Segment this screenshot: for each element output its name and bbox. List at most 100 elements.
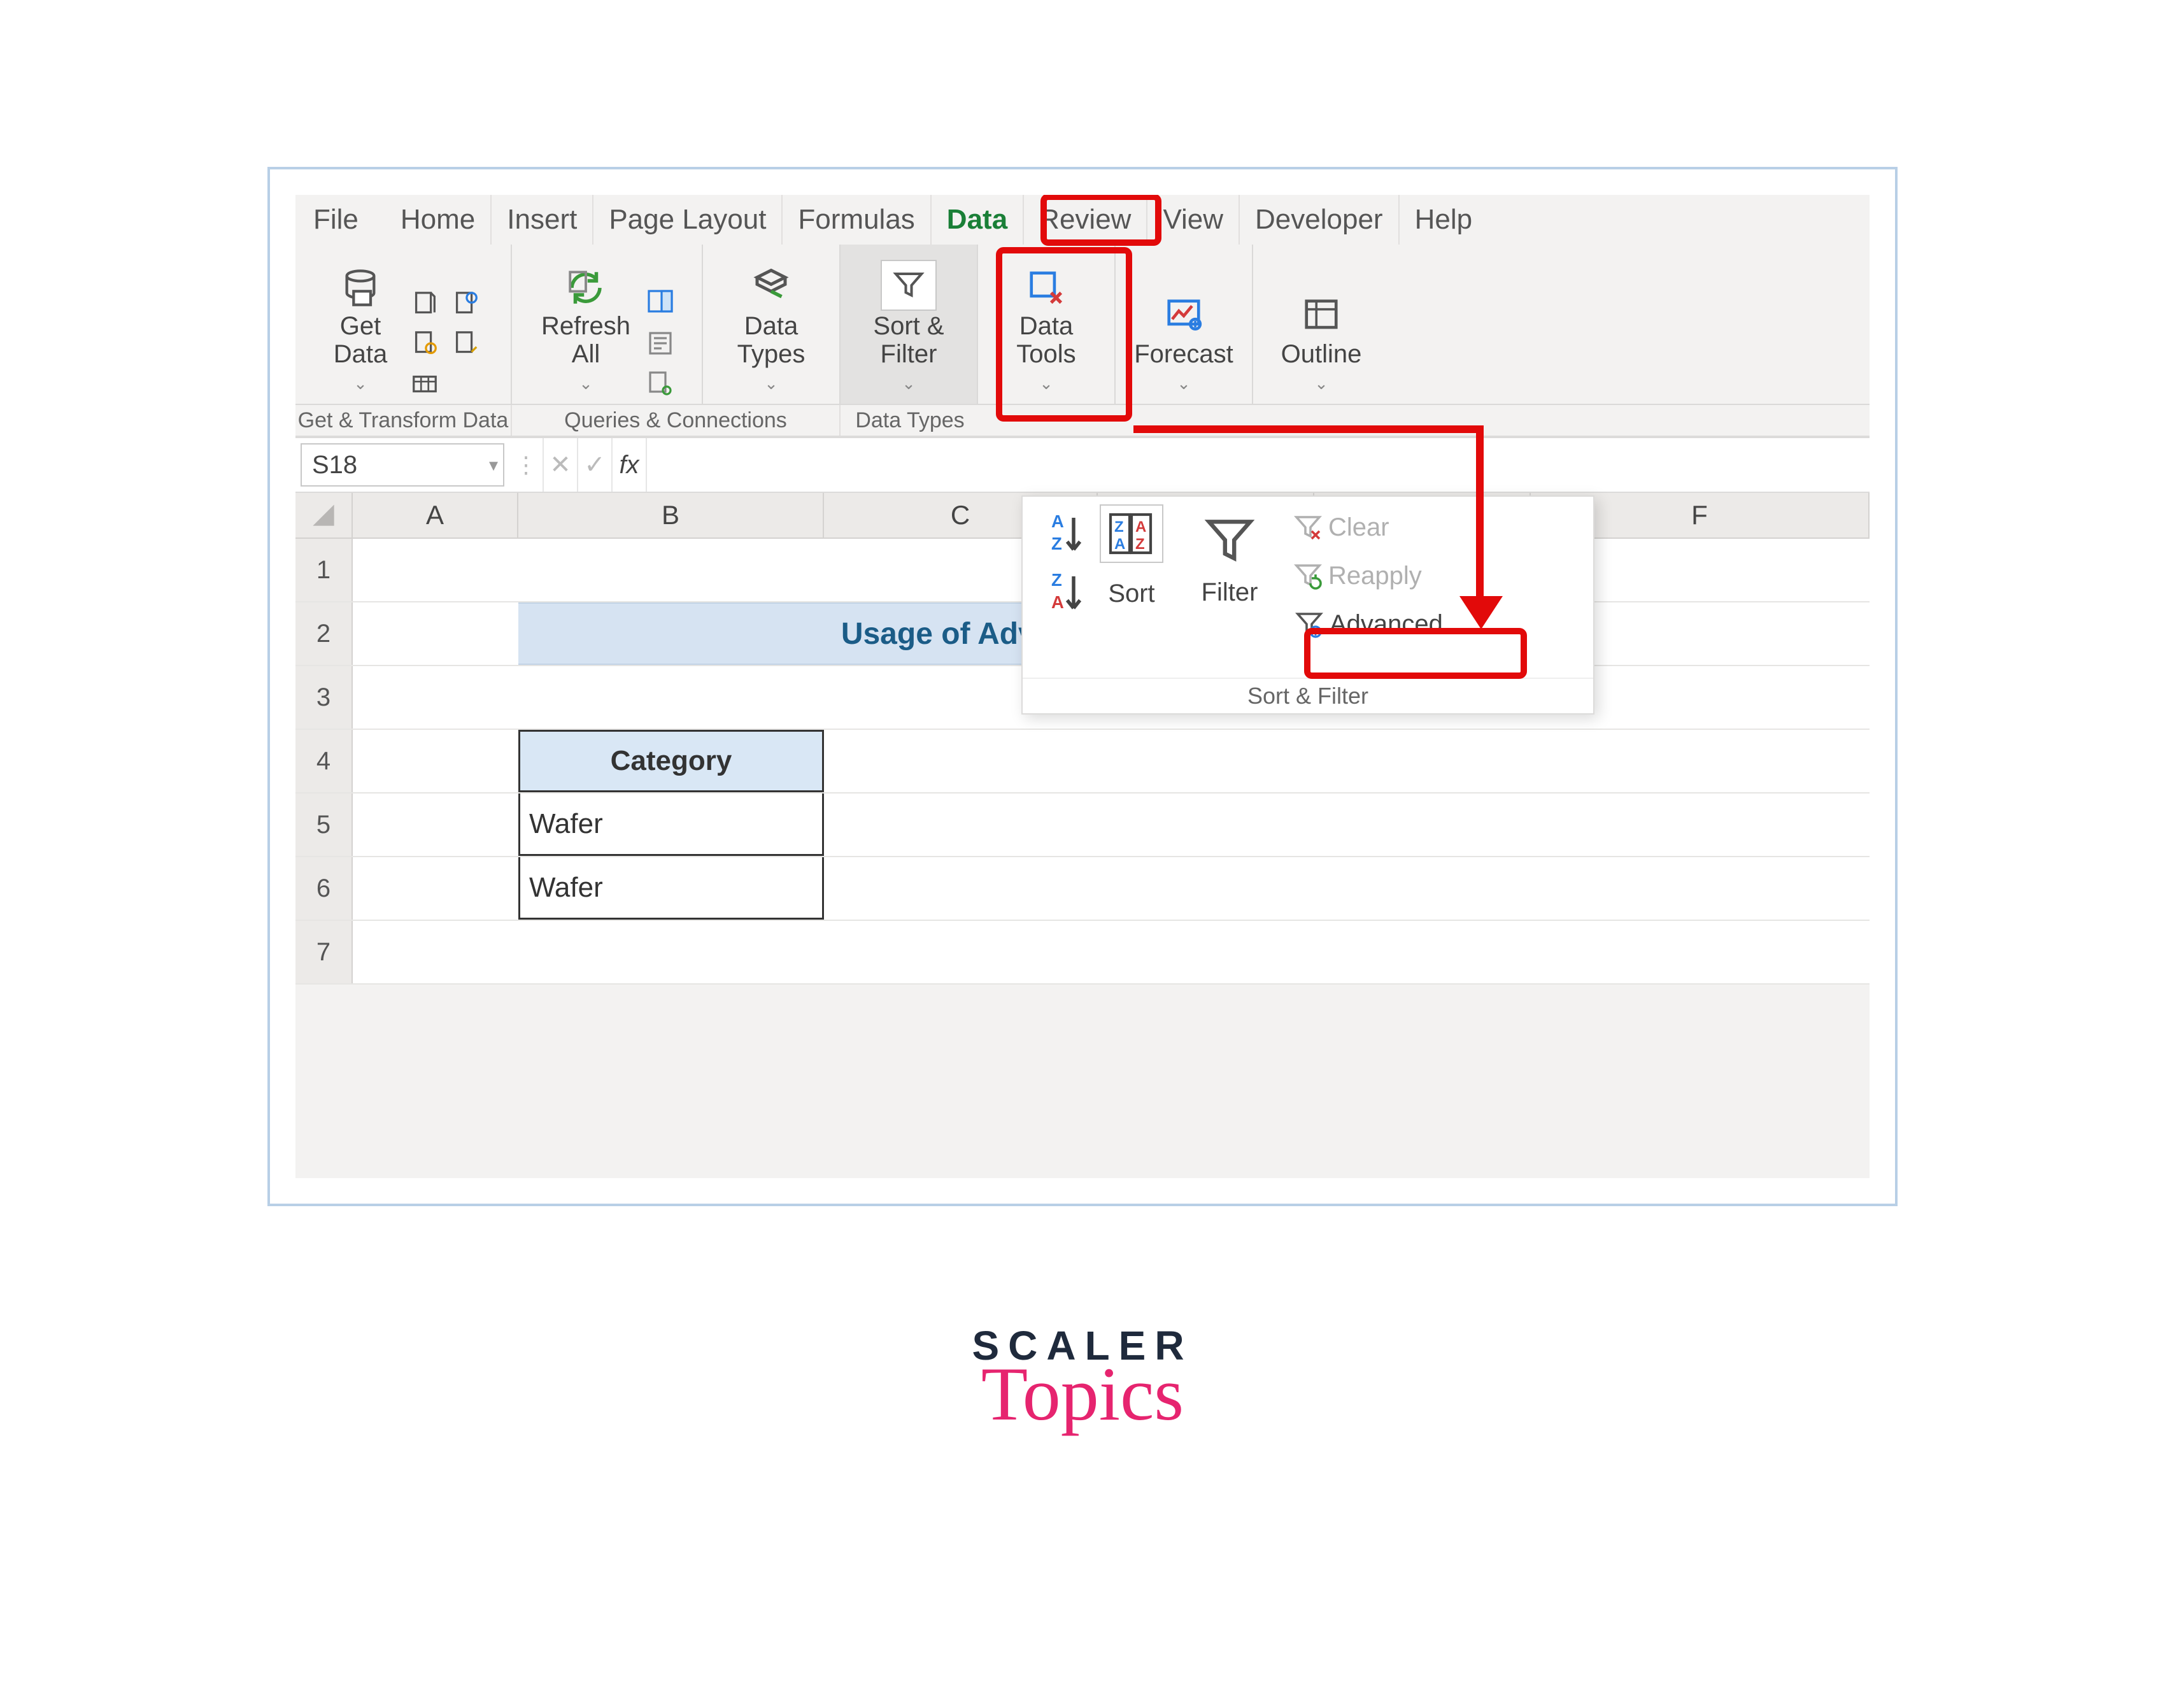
cell[interactable] <box>353 539 518 601</box>
edit-links-icon[interactable] <box>642 366 679 402</box>
group-get-transform: Get Data ⌄ <box>295 245 512 404</box>
data-types-button[interactable]: Data Types ⌄ <box>717 262 825 402</box>
chevron-down-icon: ⌄ <box>902 369 916 397</box>
row-header[interactable]: 7 <box>295 921 353 983</box>
name-box[interactable]: S18 ▾ <box>301 443 504 487</box>
sort-za-icon[interactable]: ZA <box>1041 563 1093 622</box>
sort-filter-button[interactable]: Sort & Filter ⌄ <box>851 257 966 402</box>
tab-home[interactable]: Home <box>385 195 492 245</box>
tab-help[interactable]: Help <box>1400 195 1488 245</box>
col-header-a[interactable]: A <box>353 493 518 537</box>
tab-insert[interactable]: Insert <box>492 195 593 245</box>
svg-text:A: A <box>1051 511 1064 531</box>
refresh-all-label: Refresh All <box>541 312 630 368</box>
formula-bar[interactable] <box>647 443 1864 487</box>
group-data-types: Data Types ⌄ <box>703 245 841 404</box>
data-types-label: Data Types <box>737 312 806 368</box>
svg-text:Z: Z <box>1135 536 1145 553</box>
screenshot-frame: File Home Insert Page Layout Formulas Da… <box>267 167 1898 1206</box>
caption-queries: Queries & Connections <box>512 405 841 436</box>
cell[interactable] <box>824 794 1870 856</box>
filter-label: Filter <box>1202 578 1258 607</box>
reapply-button[interactable]: Reapply <box>1286 553 1451 599</box>
funnel-reapply-icon <box>1293 560 1323 591</box>
row-header[interactable]: 4 <box>295 730 353 792</box>
svg-text:A: A <box>1051 592 1064 612</box>
reapply-label: Reapply <box>1328 562 1422 590</box>
outline-label: Outline <box>1281 340 1362 368</box>
sort-cluster: AZ ZAAZ ZA Sort <box>1029 504 1175 678</box>
category-header[interactable]: Category <box>518 730 824 792</box>
svg-text:A: A <box>1135 518 1146 536</box>
select-all-triangle[interactable] <box>295 493 353 537</box>
cell[interactable] <box>353 857 518 920</box>
highlight-sort-filter <box>996 247 1132 422</box>
tab-data[interactable]: Data <box>932 195 1024 245</box>
row-header[interactable]: 2 <box>295 602 353 665</box>
database-icon <box>337 265 383 311</box>
arrow-horizontal <box>1133 425 1484 433</box>
row-header[interactable]: 6 <box>295 857 353 920</box>
forecast-label: Forecast <box>1134 340 1233 368</box>
tab-developer[interactable]: Developer <box>1240 195 1400 245</box>
from-web-icon[interactable] <box>447 287 484 324</box>
chevron-down-icon[interactable]: ▾ <box>489 455 498 476</box>
existing-conn-icon[interactable] <box>406 366 443 402</box>
scaler-watermark: SCALER Topics <box>972 1322 1193 1438</box>
tab-file[interactable]: File <box>295 195 385 245</box>
filter-button[interactable]: Filter <box>1182 504 1277 678</box>
tab-formulas[interactable]: Formulas <box>783 195 931 245</box>
watermark-line-2: Topics <box>972 1350 1193 1438</box>
cell[interactable] <box>824 730 1870 792</box>
data-types-icon <box>748 265 794 311</box>
refresh-all-button[interactable]: Refresh All ⌄ <box>535 262 637 402</box>
sort-label: Sort <box>1100 580 1163 608</box>
cell[interactable] <box>353 921 1870 983</box>
funnel-clear-icon <box>1293 512 1323 543</box>
insert-function-button[interactable]: fx <box>613 438 647 492</box>
sort-filter-popup: AZ ZAAZ ZA Sort <box>1021 495 1594 715</box>
properties-icon[interactable] <box>642 325 679 362</box>
group-outline: Outline ⌄ <box>1253 245 1389 404</box>
group-sort-filter: Sort & Filter ⌄ <box>841 245 978 404</box>
outline-icon <box>1298 293 1344 339</box>
from-table-icon[interactable] <box>406 326 443 363</box>
row-header[interactable]: 1 <box>295 539 353 601</box>
sort-dialog-icon[interactable]: ZAAZ <box>1100 504 1163 563</box>
chevron-down-icon: ⌄ <box>764 369 778 397</box>
svg-text:A: A <box>1114 536 1125 553</box>
cell[interactable] <box>353 794 518 856</box>
forecast-button[interactable]: Forecast ⌄ <box>1126 290 1241 402</box>
category-cell[interactable]: Wafer <box>518 857 824 920</box>
svg-text:Z: Z <box>1114 518 1124 536</box>
outline-button[interactable]: Outline ⌄ <box>1264 290 1379 402</box>
from-text-icon[interactable] <box>406 287 443 324</box>
sort-filter-label: Sort & Filter <box>873 312 944 368</box>
enter-formula-button[interactable]: ✓ <box>578 438 613 492</box>
row-header[interactable]: 3 <box>295 666 353 729</box>
col-header-b[interactable]: B <box>518 493 824 537</box>
group-forecast: Forecast ⌄ <box>1116 245 1253 404</box>
name-box-value: S18 <box>312 451 357 480</box>
namebox-separator: ⋮ <box>509 438 544 492</box>
fx-label: fx <box>619 451 639 480</box>
get-data-button[interactable]: Get Data ⌄ <box>322 262 399 402</box>
tab-view[interactable]: View <box>1147 195 1240 245</box>
highlight-data-tab <box>1040 195 1161 246</box>
sort-az-icon[interactable]: AZ <box>1041 504 1093 563</box>
cell[interactable] <box>353 730 518 792</box>
arrow-head-icon <box>1459 596 1503 629</box>
recent-sources-icon[interactable] <box>447 326 484 363</box>
queries-pane-icon[interactable] <box>642 284 679 321</box>
chevron-down-icon: ⌄ <box>579 369 593 397</box>
excel-app: File Home Insert Page Layout Formulas Da… <box>295 195 1870 1178</box>
clear-button[interactable]: Clear <box>1286 504 1451 550</box>
arrow-vertical <box>1476 425 1484 602</box>
cancel-formula-button[interactable]: ✕ <box>544 438 578 492</box>
tab-page-layout[interactable]: Page Layout <box>593 195 783 245</box>
category-cell[interactable]: Wafer <box>518 794 824 856</box>
cell[interactable] <box>824 857 1870 920</box>
row-header[interactable]: 5 <box>295 794 353 856</box>
cell[interactable] <box>353 602 518 665</box>
svg-text:Z: Z <box>1051 570 1062 590</box>
